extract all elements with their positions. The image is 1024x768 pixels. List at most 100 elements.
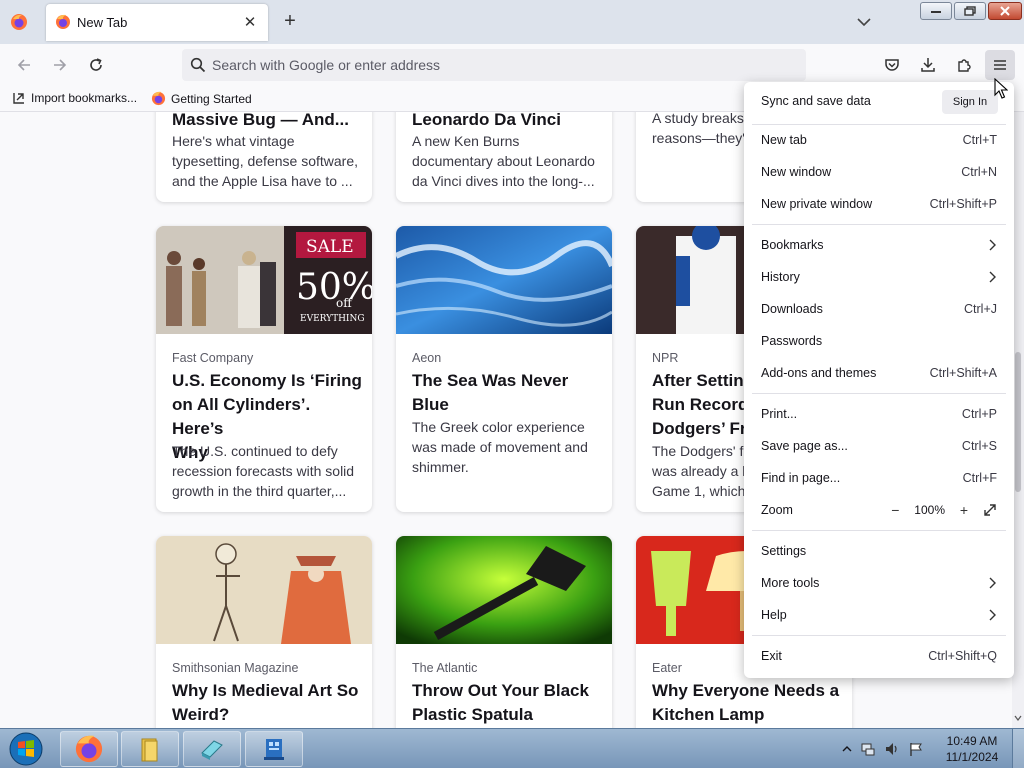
menu-separator [752, 124, 1006, 125]
menu-item-new-tab[interactable]: New tab Ctrl+T [752, 126, 1006, 154]
pocket-icon [885, 59, 899, 71]
window-controls [920, 2, 1022, 20]
menu-item-help[interactable]: Help [752, 601, 1006, 629]
chevron-right-icon [989, 271, 996, 283]
story-title: Massive Bug — And... [172, 112, 349, 129]
menu-item-settings[interactable]: Settings [752, 537, 1006, 565]
story-card[interactable]: Massive Bug — And... Here's what vintage… [156, 112, 372, 202]
firefox-view-icon[interactable] [10, 13, 28, 31]
app-menu-button[interactable] [985, 50, 1015, 80]
menu-item-new-window[interactable]: New window Ctrl+N [752, 158, 1006, 186]
chevron-right-icon [989, 239, 996, 251]
tab-new-tab[interactable]: New Tab ✕ [46, 4, 268, 41]
zoom-out-button[interactable]: − [886, 501, 904, 519]
import-icon [13, 93, 24, 104]
new-tab-button[interactable]: + [278, 10, 302, 34]
menu-item-print[interactable]: Print... Ctrl+P [752, 400, 1006, 428]
menu-item-new-private-window[interactable]: New private window Ctrl+Shift+P [752, 190, 1006, 218]
firefox-icon [56, 14, 70, 29]
chevron-down-icon[interactable] [852, 12, 876, 32]
story-title: Why Is Medieval Art So Weird? [172, 681, 359, 724]
menu-item-history[interactable]: History [752, 263, 1006, 291]
address-bar[interactable] [182, 49, 806, 81]
forward-button[interactable] [49, 54, 71, 76]
extensions-button[interactable] [953, 54, 975, 76]
story-thumbnail [396, 536, 612, 644]
system-tray [842, 735, 924, 763]
story-title: Why Everyone Needs a Kitchen Lamp [652, 681, 840, 724]
story-excerpt: The Greek color experience was made of mo… [412, 419, 588, 475]
story-card[interactable]: Leonardo Da Vinci A new Ken Burns documen… [396, 112, 612, 202]
bookmark-import[interactable]: Import bookmarks... [12, 91, 137, 105]
menu-item-passwords[interactable]: Passwords [752, 327, 1006, 355]
pocket-button[interactable] [881, 54, 903, 76]
reload-icon [90, 58, 102, 71]
menu-item-exit[interactable]: Exit Ctrl+Shift+Q [752, 642, 1006, 670]
back-button[interactable] [13, 54, 35, 76]
menu-item-find-in-page[interactable]: Find in page... Ctrl+F [752, 464, 1006, 492]
clock-date: 11/1/2024 [945, 750, 999, 764]
story-card[interactable]: Smithsonian Magazine Why Is Medieval Art… [156, 536, 372, 728]
action-center-flag-icon[interactable] [908, 741, 924, 757]
bookmark-label: Getting Started [171, 91, 252, 106]
clock-time: 10:49 AM [946, 734, 998, 748]
firefox-icon [75, 735, 103, 763]
url-input[interactable] [212, 49, 792, 81]
bookmark-getting-started[interactable]: Getting Started [151, 91, 252, 106]
story-title: The Sea Was Never Blue [412, 371, 569, 414]
menu-item-downloads[interactable]: Downloads Ctrl+J [752, 295, 1006, 323]
fullscreen-icon[interactable] [983, 503, 997, 517]
taskbar-app[interactable] [183, 731, 241, 767]
story-excerpt: A new Ken Burns documentary about Leonard… [412, 133, 595, 189]
tab-title: New Tab [77, 15, 128, 30]
story-excerpt: Here's what vintage typesetting, defense … [172, 133, 358, 189]
volume-icon[interactable] [884, 741, 900, 757]
show-desktop-button[interactable] [1012, 729, 1024, 768]
firefox-icon [151, 91, 166, 106]
menu-separator [752, 393, 1006, 394]
menu-item-more-tools[interactable]: More tools [752, 569, 1006, 597]
downloads-button[interactable] [917, 54, 939, 76]
chevron-right-icon [989, 577, 996, 589]
story-card[interactable]: The Atlantic Throw Out Your Black Plastic… [396, 536, 612, 728]
sign-in-button[interactable]: Sign In [942, 90, 998, 114]
windows-start-button[interactable] [4, 731, 48, 767]
story-source: Smithsonian Magazine [172, 661, 299, 675]
sale-everything: EVERYTHING [300, 314, 365, 324]
story-title: Throw Out Your Black Plastic Spatula [412, 681, 589, 724]
bookmark-label: Import bookmarks... [31, 91, 138, 105]
scroll-down-icon[interactable] [1014, 714, 1022, 722]
navigation-toolbar [0, 44, 1024, 86]
story-excerpt: The U.S. continued to defy recession fore… [172, 443, 355, 499]
sync-label: Sync and save data [761, 94, 871, 108]
menu-item-save-page[interactable]: Save page as... Ctrl+S [752, 432, 1006, 460]
restore-button[interactable] [954, 2, 986, 20]
story-source: Fast Company [172, 351, 254, 365]
menu-separator [752, 635, 1006, 636]
network-icon[interactable] [860, 741, 876, 757]
menu-item-addons[interactable]: Add-ons and themes Ctrl+Shift+A [752, 359, 1006, 387]
story-card[interactable]: Aeon The Sea Was Never Blue The Greek col… [396, 226, 612, 512]
app-menu-panel: Sync and save data New tab Ctrl+T New win… [744, 82, 1014, 678]
chevron-right-icon [989, 609, 996, 621]
taskbar-firefox[interactable] [60, 731, 118, 767]
menu-item-zoom: Zoom − 100% + [752, 496, 1006, 524]
story-source: The Atlantic [412, 661, 478, 675]
scrollbar-thumb[interactable] [1015, 352, 1021, 492]
zoom-in-button[interactable]: + [955, 501, 973, 519]
story-card[interactable]: SALE 50% off EVERYTHING Fast Company U.S… [156, 226, 372, 512]
menu-item-bookmarks[interactable]: Bookmarks [752, 231, 1006, 259]
story-source: Eater [652, 661, 682, 675]
arrow-left-icon [17, 59, 30, 71]
taskbar-network-app[interactable] [245, 731, 303, 767]
zoom-level[interactable]: 100% [914, 503, 945, 517]
story-thumbnail [396, 226, 612, 334]
reload-button[interactable] [85, 54, 107, 76]
minimize-button[interactable] [920, 2, 952, 20]
close-window-button[interactable] [988, 2, 1022, 20]
close-tab-icon[interactable]: ✕ [240, 12, 260, 32]
download-icon [921, 58, 935, 72]
taskbar-explorer[interactable] [121, 731, 179, 767]
taskbar-clock[interactable]: 10:49 AM 11/1/2024 [944, 733, 1000, 765]
show-hidden-icons-icon[interactable] [842, 744, 852, 754]
